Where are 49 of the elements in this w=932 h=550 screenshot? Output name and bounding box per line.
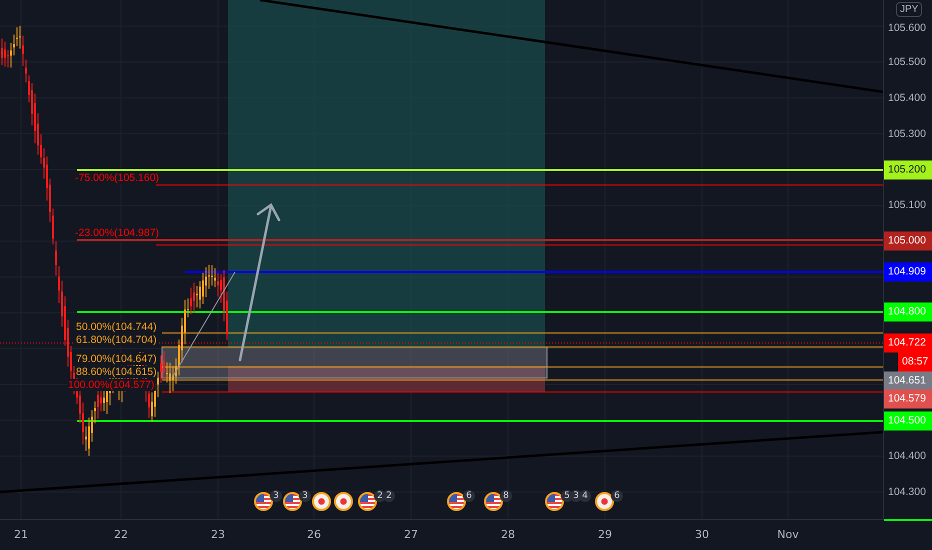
us-flag-icon[interactable] [484, 492, 503, 511]
price-tag: 104.500 [884, 412, 932, 430]
event-dot-icon[interactable] [312, 492, 331, 511]
price-tick-label: 105.600 [888, 21, 926, 35]
fib-level-label: 61.80%(104.704) [75, 334, 158, 346]
price-tick-label: 105.100 [888, 198, 926, 212]
fib-level-label: -23.00%(104.987) [74, 227, 160, 239]
time-axis-label: 26 [307, 528, 321, 541]
price-tag: 104.800 [884, 302, 932, 322]
price-tag: 104.651 [884, 372, 932, 390]
count-badge: 3 [270, 490, 282, 502]
us-flag-icon[interactable] [358, 492, 377, 511]
price-tick-label: 105.300 [888, 127, 926, 141]
count-badge: 8 [500, 490, 512, 502]
time-axis-label: 22 [114, 528, 128, 541]
price-tag: 104.579 [884, 390, 932, 408]
fib-level-label: 100.00%(104.577) [67, 379, 156, 391]
currency-button[interactable]: JPY [896, 2, 922, 17]
price-tag: 105.200 [884, 160, 932, 180]
fib-level-label: 79.00%(104.647) [75, 353, 158, 365]
event-dot-icon[interactable] [595, 492, 614, 511]
time-axis-label: 30 [695, 528, 709, 541]
us-flag-icon[interactable] [283, 492, 302, 511]
count-badge: 6 [463, 490, 475, 502]
us-flag-icon[interactable] [254, 492, 273, 511]
time-axis-label: 23 [211, 528, 225, 541]
us-flag-icon[interactable] [545, 492, 564, 511]
price-tag: 104.722 [884, 334, 932, 352]
price-tick-label: 105.500 [888, 55, 926, 69]
us-flag-icon[interactable] [447, 492, 466, 511]
price-tick-label: 104.400 [888, 449, 926, 463]
price-tick-label: 105.400 [888, 91, 926, 105]
countdown-tag: 08:57 [898, 352, 932, 372]
fib-level-label: 88.60%(104.615) [75, 366, 158, 378]
price-tag: 104.909 [884, 262, 932, 282]
count-badge: 6 [611, 490, 623, 502]
time-axis-label: 28 [501, 528, 515, 541]
time-axis-label: Nov [777, 528, 799, 541]
count-badge: 4 [579, 490, 591, 502]
count-badge: 2 [383, 490, 395, 502]
time-axis-label: 27 [404, 528, 418, 541]
count-badge: 3 [299, 490, 311, 502]
time-axis-label: 21 [14, 528, 28, 541]
fib-level-label: -75.00%(105.160) [74, 172, 160, 184]
time-axis-label: 29 [598, 528, 612, 541]
price-tag: 105.000 [884, 232, 932, 250]
fib-level-label: 50.00%(104.744) [75, 321, 158, 333]
event-dot-icon[interactable] [334, 492, 353, 511]
price-tick-label: 104.300 [888, 485, 926, 499]
